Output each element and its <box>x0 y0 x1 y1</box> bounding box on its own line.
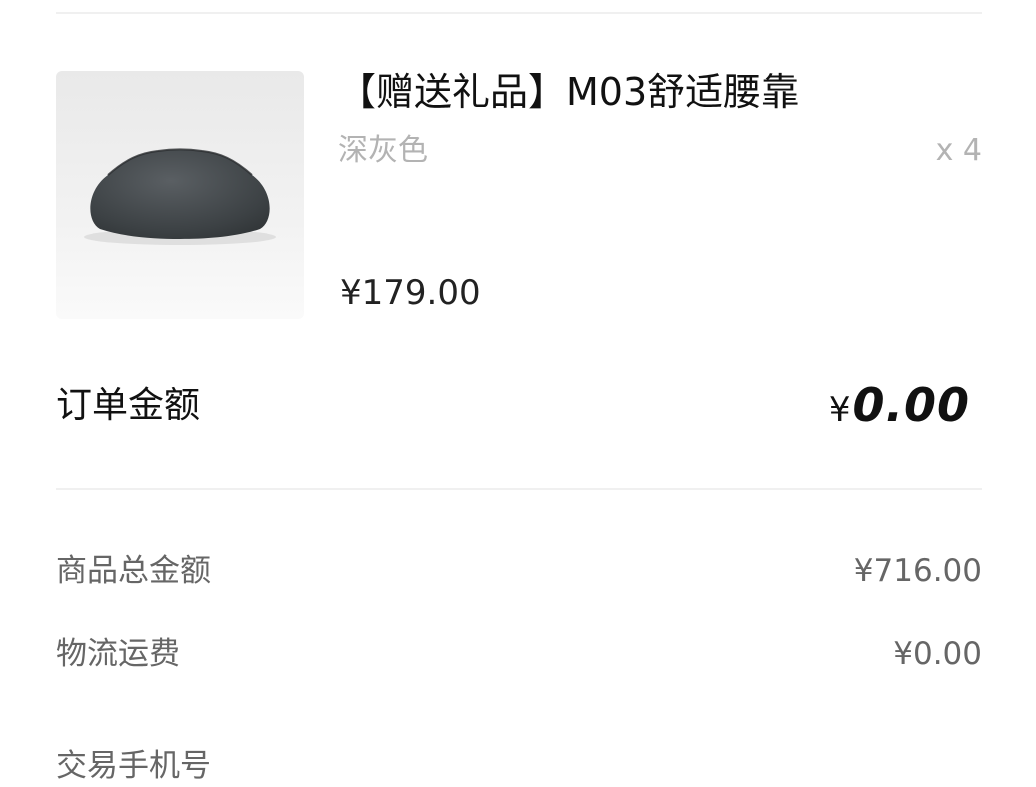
order-total-amount: 0.00 <box>852 378 970 432</box>
product-quantity: x 4 <box>935 133 982 168</box>
product-variant: 深灰色 <box>338 133 428 168</box>
goods-total-value: ¥716.00 <box>853 553 982 589</box>
section-divider <box>56 488 982 490</box>
shipping-fee-value: ¥0.00 <box>893 636 982 672</box>
lumbar-pillow-icon <box>56 71 304 319</box>
order-total-currency: ¥ <box>828 390 851 430</box>
product-unit-price: ¥179.00 <box>340 273 481 313</box>
trade-phone-label: 交易手机号 <box>56 748 211 784</box>
goods-total-label: 商品总金额 <box>56 553 211 589</box>
order-total-label: 订单金额 <box>56 385 201 426</box>
shipping-fee-label: 物流运费 <box>56 636 180 672</box>
top-divider <box>56 12 982 14</box>
order-total-value: ¥0.00 <box>829 374 970 447</box>
product-image[interactable] <box>56 71 304 319</box>
product-title[interactable]: 【赠送礼品】M03舒适腰靠 <box>338 66 799 118</box>
